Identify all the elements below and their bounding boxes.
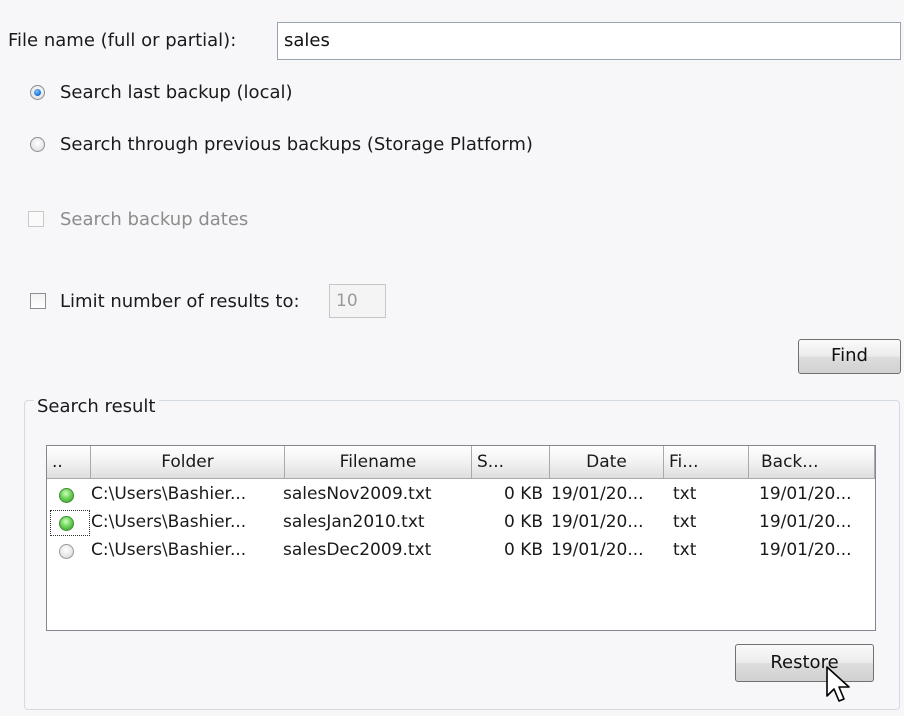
table-row[interactable]: C:\Users\Bashier... salesJan2010.txt 0 K… xyxy=(47,509,875,537)
restore-button[interactable]: Restore xyxy=(735,644,874,682)
cell-size: 0 KB xyxy=(503,484,543,504)
radio-button-checked[interactable] xyxy=(30,85,45,100)
status-unavailable-icon xyxy=(59,544,74,559)
radio-search-last-backup[interactable]: Search last backup (local) xyxy=(28,79,428,107)
cell-date: 19/01/20... xyxy=(551,540,644,560)
table-row[interactable]: C:\Users\Bashier... salesNov2009.txt 0 K… xyxy=(47,481,875,509)
checkbox-search-backup-dates[interactable]: Search backup dates xyxy=(28,206,288,234)
cell-filename: salesJan2010.txt xyxy=(283,512,425,532)
search-result-title: Search result xyxy=(34,396,159,418)
cell-folder: C:\Users\Bashier... xyxy=(91,484,247,504)
column-header-filetype[interactable]: Fi... xyxy=(664,446,749,479)
filename-input[interactable]: sales xyxy=(277,22,901,60)
cell-backup: 19/01/20... xyxy=(759,512,852,532)
cell-size: 0 KB xyxy=(503,512,543,532)
find-button[interactable]: Find xyxy=(798,339,901,374)
column-header-date[interactable]: Date xyxy=(550,446,664,479)
cell-filename: salesNov2009.txt xyxy=(283,484,432,504)
cell-folder: C:\Users\Bashier... xyxy=(91,512,247,532)
checkbox-box-limit-results[interactable] xyxy=(30,293,46,309)
cell-backup: 19/01/20... xyxy=(759,484,852,504)
column-header-folder[interactable]: Folder xyxy=(91,446,285,479)
results-table[interactable]: .. Folder Filename S... Date Fi... Back.… xyxy=(46,445,876,631)
cell-folder: C:\Users\Bashier... xyxy=(91,540,247,560)
table-row[interactable]: C:\Users\Bashier... salesDec2009.txt 0 K… xyxy=(47,537,875,565)
cell-date: 19/01/20... xyxy=(551,512,644,532)
cell-filetype: txt xyxy=(673,512,697,532)
status-available-icon xyxy=(59,488,74,503)
cell-date: 19/01/20... xyxy=(551,484,644,504)
column-header-size[interactable]: S... xyxy=(472,446,550,479)
cell-filetype: txt xyxy=(673,484,697,504)
cell-size: 0 KB xyxy=(503,540,543,560)
cell-filename: salesDec2009.txt xyxy=(283,540,432,560)
column-header-status[interactable]: .. xyxy=(47,446,91,479)
column-header-filename[interactable]: Filename xyxy=(285,446,472,479)
mouse-cursor-icon xyxy=(826,666,850,702)
checkbox-limit-results[interactable]: Limit number of results to: xyxy=(28,288,328,316)
checkbox-label-limit-results: Limit number of results to: xyxy=(60,291,300,312)
radio-button-unchecked[interactable] xyxy=(30,137,45,152)
column-header-backup[interactable]: Back... xyxy=(749,446,875,479)
filename-label: File name (full or partial): xyxy=(8,30,237,51)
cell-filetype: txt xyxy=(673,540,697,560)
radio-label-previous-backups: Search through previous backups (Storage… xyxy=(60,134,533,155)
status-available-icon xyxy=(59,516,74,531)
cell-backup: 19/01/20... xyxy=(759,540,852,560)
checkbox-label-backup-dates: Search backup dates xyxy=(60,209,249,230)
radio-search-previous-backups[interactable]: Search through previous backups (Storage… xyxy=(28,131,588,159)
checkbox-box-backup-dates[interactable] xyxy=(28,211,44,227)
limit-results-input[interactable]: 10 xyxy=(329,284,386,318)
radio-label-last-backup: Search last backup (local) xyxy=(60,82,293,103)
